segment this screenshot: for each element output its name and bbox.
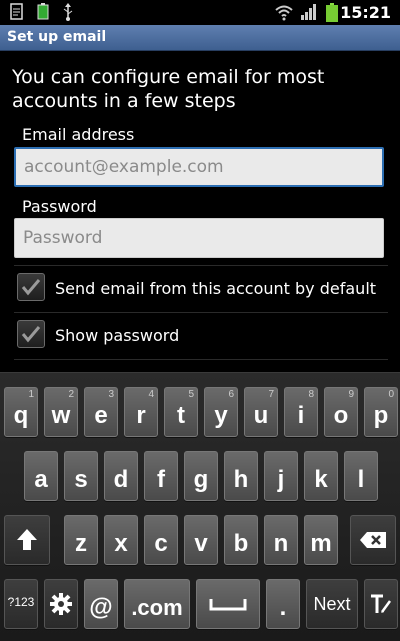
key-t[interactable]: 5t <box>164 387 198 437</box>
battery-icon <box>326 3 338 27</box>
show-password-row[interactable]: Show password <box>14 314 388 358</box>
gear-icon <box>50 593 72 615</box>
checkmark-icon <box>21 326 41 343</box>
key-s[interactable]: s <box>64 451 98 501</box>
key-q[interactable]: 1q <box>4 387 38 437</box>
key-c[interactable]: c <box>144 515 178 565</box>
key-f[interactable]: f <box>144 451 178 501</box>
wifi-icon <box>274 3 294 25</box>
key-d[interactable]: d <box>104 451 138 501</box>
key-i[interactable]: 8i <box>284 387 318 437</box>
key-y[interactable]: 6y <box>204 387 238 437</box>
handwriting-icon <box>371 594 392 613</box>
key-o[interactable]: 9o <box>324 387 358 437</box>
key-z[interactable]: z <box>64 515 98 565</box>
battery-saver-icon <box>35 3 51 25</box>
key-l[interactable]: l <box>344 451 378 501</box>
show-password-label: Show password <box>55 326 180 345</box>
show-password-checkbox[interactable] <box>17 320 45 348</box>
intro-text: You can configure email for most account… <box>12 66 325 112</box>
status-bar: 15:21 <box>0 0 400 25</box>
key-g[interactable]: g <box>184 451 218 501</box>
key-b[interactable]: b <box>224 515 258 565</box>
key-x[interactable]: x <box>104 515 138 565</box>
key-w[interactable]: 2w <box>44 387 78 437</box>
document-icon <box>10 3 24 25</box>
key-j[interactable]: j <box>264 451 298 501</box>
key-n[interactable]: n <box>264 515 298 565</box>
checkmark-icon <box>21 279 41 296</box>
default-account-label: Send email from this account by default <box>55 279 377 298</box>
divider <box>14 359 388 360</box>
key-e[interactable]: 3e <box>84 387 118 437</box>
text-input-key[interactable] <box>364 579 398 629</box>
key-r[interactable]: 4r <box>124 387 158 437</box>
backspace-icon <box>360 532 386 548</box>
clock: 15:21 <box>340 3 391 22</box>
email-field[interactable] <box>14 147 384 187</box>
default-account-checkbox[interactable] <box>17 273 45 301</box>
dot-com-key[interactable]: .com <box>124 579 190 629</box>
on-screen-keyboard: 1q 2w 3e 4r 5t 6y 7u 8i 9o 0p a s d f g … <box>0 372 400 641</box>
key-a[interactable]: a <box>24 451 58 501</box>
period-key[interactable]: . <box>266 579 300 629</box>
space-key[interactable] <box>196 579 260 629</box>
key-h[interactable]: h <box>224 451 258 501</box>
settings-key[interactable] <box>44 579 78 629</box>
key-k[interactable]: k <box>304 451 338 501</box>
default-account-row[interactable]: Send email from this account by default <box>14 267 388 311</box>
space-bar-icon <box>209 599 247 611</box>
key-p[interactable]: 0p <box>364 387 398 437</box>
next-key[interactable]: Next <box>306 579 358 629</box>
divider <box>14 265 388 266</box>
password-field[interactable] <box>14 218 384 258</box>
key-u[interactable]: 7u <box>244 387 278 437</box>
shift-arrow-icon <box>17 529 37 550</box>
signal-icon <box>300 3 318 25</box>
at-key[interactable]: @ <box>84 579 118 629</box>
symbols-key[interactable]: ?123 <box>4 579 38 629</box>
email-label: Email address <box>22 125 135 144</box>
setup-form: You can configure email for most account… <box>0 51 400 371</box>
shift-key[interactable] <box>4 515 50 565</box>
usb-icon <box>62 3 74 25</box>
key-m[interactable]: m <box>304 515 338 565</box>
page-title: Set up email <box>7 29 107 45</box>
key-v[interactable]: v <box>184 515 218 565</box>
backspace-key[interactable] <box>350 515 396 565</box>
password-label: Password <box>22 197 97 216</box>
title-bar: Set up email <box>0 25 400 51</box>
divider <box>14 312 388 313</box>
